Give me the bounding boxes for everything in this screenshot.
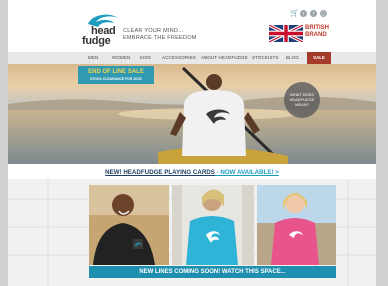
girl-hoodie-photo <box>257 185 336 265</box>
man-jacket-photo <box>89 185 169 265</box>
union-jack-icon <box>268 25 304 42</box>
nav-item-about[interactable]: ABOUT HEADFUDGE <box>201 52 248 64</box>
woman-tshirt-photo <box>172 185 254 265</box>
site-header: head fudge CLEAR YOUR MIND... EMBRACE TH… <box>8 0 376 52</box>
cart-icon[interactable]: 🛒 <box>290 9 299 17</box>
logo-text-fudge: fudge <box>82 35 111 47</box>
tagline: CLEAR YOUR MIND... EMBRACE THE FREEDOM <box>123 28 197 42</box>
british-brand-label: BRITISH BRAND <box>305 25 329 39</box>
brand-line-1: BRITISH <box>305 25 329 31</box>
tagline-line-2: EMBRACE THE FREEDOM <box>123 35 197 41</box>
gallery-photo-women[interactable] <box>172 185 254 265</box>
end-of-line-sale-banner[interactable]: END OF LINE SALE STOCK CLEARANCE FOR 201… <box>78 66 154 84</box>
nav-item-blog[interactable]: BLOG <box>286 52 299 64</box>
nav-item-stockists[interactable]: STOCKISTS <box>252 52 279 64</box>
promo-link-available[interactable]: - NOW AVAILABLE! > <box>215 169 279 176</box>
facebook-icon[interactable]: f <box>310 10 317 17</box>
promo-link[interactable]: NEW! HEADFUDGE PLAYING CARDS - NOW AVAIL… <box>8 169 376 176</box>
nav-item-men[interactable]: MEN <box>88 52 98 64</box>
gallery-caption[interactable]: NEW LINES COMING SOON! WATCH THIS SPACE.… <box>89 266 336 278</box>
badge-line-3: MEAN? <box>295 102 309 107</box>
what-does-headfudge-mean-badge[interactable]: WHAT DOES HEADFUDGE MEAN? <box>284 82 320 118</box>
brand-line-2: BRAND <box>305 32 327 38</box>
nav-item-kids[interactable]: KIDS <box>140 52 151 64</box>
twitter-icon[interactable]: t <box>300 10 307 17</box>
hero-banner[interactable] <box>8 64 376 164</box>
nav-item-accessories[interactable]: ACCESSORIES <box>162 52 196 64</box>
hero-kayak-image <box>8 64 376 164</box>
main-nav: MEN WOMEN KIDS ACCESSORIES ABOUT HEADFUD… <box>8 52 376 64</box>
tagline-line-1: CLEAR YOUR MIND... <box>123 28 184 34</box>
nav-item-women[interactable]: WOMEN <box>112 52 130 64</box>
sale-title: END OF LINE SALE <box>88 69 144 75</box>
nav-item-sale[interactable]: SALE <box>307 52 331 64</box>
instagram-icon[interactable]: ◯ <box>320 10 327 17</box>
sale-subtitle: STOCK CLEARANCE FOR 2015! <box>90 77 142 81</box>
gallery-photo-kids[interactable] <box>257 185 336 265</box>
gallery-photo-men[interactable] <box>89 185 169 265</box>
promo-link-text[interactable]: NEW! HEADFUDGE PLAYING CARDS <box>105 169 215 176</box>
headfudge-logo[interactable]: head fudge <box>80 10 128 47</box>
page-frame: head fudge CLEAR YOUR MIND... EMBRACE TH… <box>8 0 376 286</box>
